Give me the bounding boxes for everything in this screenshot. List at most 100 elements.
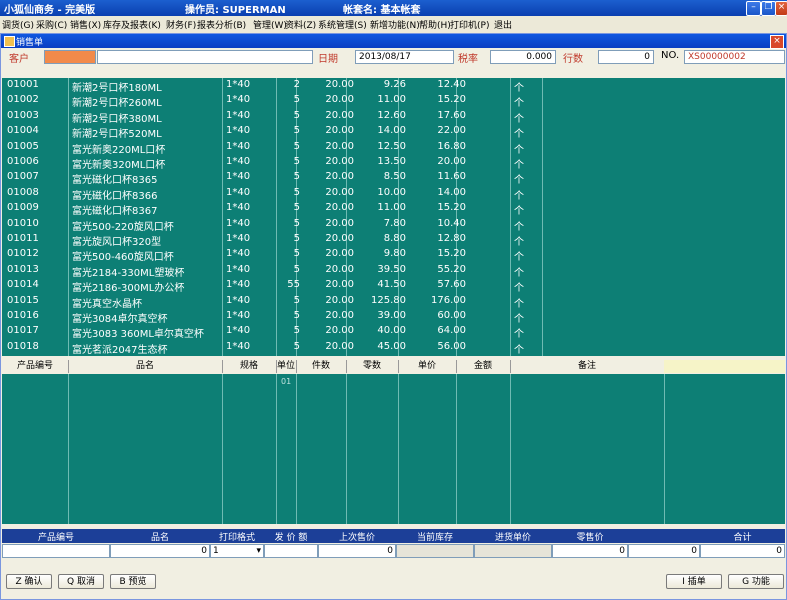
dropdown-arrow-icon[interactable]: ▾	[256, 545, 261, 557]
col-header[interactable]: 单价	[398, 360, 457, 373]
entry-grid[interactable]: 01	[2, 374, 785, 524]
product-price-cell: 14.00	[437, 186, 466, 198]
summary-header-cell: 零售价	[576, 533, 604, 543]
last-price-field[interactable]: 0	[318, 544, 396, 558]
product-name-cell: 富光新奥320ML口杯	[72, 160, 166, 171]
product-name-cell: 富光2184-330ML塑玻杯	[72, 267, 185, 279]
product-row[interactable]: 01007 富光磁化口杯8365 1*40 5 20.00 8.50 11.60 个	[2, 170, 542, 186]
product-name-cell: 富光2186-300ML办公杯	[72, 283, 185, 295]
close-icon[interactable]: ×	[770, 35, 784, 49]
product-spec-cell: 1*40	[226, 140, 251, 152]
product-row[interactable]: 01003 新潮2号口杯380ML 1*40 5 20.00 12.60 17.60 个	[2, 109, 542, 125]
tax-field[interactable]: 0.000	[490, 50, 556, 64]
menu-item[interactable]: 库存及报表(K)	[103, 18, 161, 31]
confirm-button[interactable]: Z 确认	[6, 574, 52, 589]
product-row[interactable]: 01006 富光新奥320ML口杯 1*40 5 20.00 13.50 20.00 个	[2, 155, 542, 171]
product-price-cell: 12.80	[437, 233, 466, 244]
product-qty-cell: 5	[293, 294, 300, 306]
minimize-icon[interactable]: –	[746, 1, 761, 16]
product-cost-cell: 41.50	[377, 279, 406, 291]
product-row[interactable]: 01015 富光真空水晶杯 1*40 5 20.00 125.80 176.00 个	[2, 294, 542, 310]
customer-name-field[interactable]	[97, 50, 313, 64]
menu-item[interactable]: 打印机(P)	[450, 18, 489, 31]
product-row[interactable]: 01010 富光500-220旋风口杯 1*40 5 20.00 7.80 10.40 个	[2, 217, 542, 233]
menu-item[interactable]: 销售(X)	[70, 18, 101, 31]
summary-code-field[interactable]	[2, 544, 110, 558]
product-row[interactable]: 01013 富光2184-330ML塑玻杯 1*40 5 20.00 39.50 55.20…	[2, 263, 542, 279]
menu-item[interactable]: 退出	[494, 18, 512, 31]
customer-code-field[interactable]	[44, 50, 96, 64]
product-spec-cell: 1*40	[226, 294, 251, 306]
col-header[interactable]: 件数	[296, 360, 347, 373]
col-header[interactable]: 金额	[456, 360, 511, 373]
menu-item[interactable]: 采购(C)	[36, 18, 67, 31]
product-pack-cell: 20.00	[325, 310, 354, 321]
product-row[interactable]: 01001 新潮2号口杯180ML 1*40 2 20.00 9.26 12.40 个	[2, 78, 542, 94]
product-row[interactable]: 01017 富光3083 360ML卓尔真空杯 1*40 5 20.00 40.00 64.…	[2, 324, 542, 341]
print-format-select[interactable]: 1 ▾	[210, 544, 264, 558]
col-header[interactable]: 产品编号	[2, 360, 69, 373]
product-cost-cell: 12.50	[377, 140, 406, 152]
product-unit-cell: 个	[514, 283, 524, 295]
product-row[interactable]: 01009 富光磁化口杯8367 1*40 5 20.00 11.00 15.20 个	[2, 201, 542, 217]
menu-item[interactable]: 财务(F)	[166, 18, 196, 31]
product-list-grid[interactable]: 01001 新潮2号口杯180ML 1*40 2 20.00 9.26 12.40 个 0100…	[2, 78, 785, 356]
product-row[interactable]: 01004 新潮2号口杯520ML 1*40 5 20.00 14.00 22.00 个	[2, 124, 542, 141]
product-row[interactable]: 01012 富光500-460旋风口杯 1*40 5 20.00 9.80 15.20 个	[2, 247, 542, 263]
product-unit-cell: 个	[514, 160, 524, 171]
col-header-blank	[664, 360, 785, 373]
product-code-cell: 01003	[7, 109, 39, 121]
product-pack-cell: 20.00	[325, 294, 354, 306]
product-spec-cell: 1*40	[226, 279, 251, 291]
retail-price-field[interactable]: 0	[552, 544, 628, 558]
order-number-field[interactable]: XS00000002	[684, 50, 785, 64]
menu-bar: 调货(G) 采购(C) 销售(X) 库存及报表(K) 财务(F) 报表分析(B)…	[0, 16, 787, 31]
product-code-cell: 01005	[7, 140, 39, 152]
product-row[interactable]: 01011 富光旋风口杯320型 1*40 5 20.00 8.80 12.80 个	[2, 232, 542, 248]
rows-field[interactable]: 0	[598, 50, 654, 64]
product-name-cell: 富光3083 360ML卓尔真空杯	[72, 329, 204, 341]
product-row[interactable]: 01018 富光茗派2047生态杯 1*40 5 20.00 45.00 56.00 个	[2, 340, 542, 356]
product-row[interactable]: 01002 新潮2号口杯260ML 1*40 5 20.00 11.00 15.20 个	[2, 93, 542, 109]
restore-icon[interactable]: ❐	[761, 1, 776, 16]
date-field[interactable]: 2013/08/17	[355, 50, 454, 64]
menu-item[interactable]: 帮助(H)	[419, 18, 451, 31]
product-qty-cell: 5	[293, 325, 300, 337]
col-header[interactable]: 零数	[346, 360, 399, 373]
col-header[interactable]: 品名	[68, 360, 223, 373]
menu-item[interactable]: 管理(W)	[253, 18, 287, 31]
total-field[interactable]: 0	[700, 544, 785, 558]
product-name-cell: 新潮2号口杯520ML	[72, 129, 162, 141]
insert-button[interactable]: I 插单	[666, 574, 722, 589]
product-row[interactable]: 01014 富光2186-300ML办公杯 1*40 55 20.00 41.50 57.6…	[2, 278, 542, 295]
price-field[interactable]	[264, 544, 318, 558]
product-row[interactable]: 01005 富光新奥220ML口杯 1*40 5 20.00 12.50 16.80 个	[2, 140, 542, 156]
product-name-cell: 富光真空水晶杯	[72, 298, 142, 310]
cancel-button[interactable]: Q 取消	[58, 574, 104, 589]
extra-field[interactable]: 0	[628, 544, 700, 558]
preview-button[interactable]: B 预览	[110, 574, 156, 589]
product-row[interactable]: 01016 富光3084卓尔真空杯 1*40 5 20.00 39.00 60.00 个	[2, 309, 542, 325]
menu-item[interactable]: 报表分析(B)	[197, 18, 246, 31]
col-header[interactable]: 备注	[510, 360, 665, 373]
product-spec-cell: 1*40	[226, 340, 251, 352]
product-code-cell: 01018	[7, 340, 39, 352]
col-header[interactable]: 单位	[276, 360, 297, 373]
product-price-cell: 56.00	[437, 340, 466, 352]
product-spec-cell: 1*40	[226, 233, 251, 244]
col-header[interactable]: 规格	[222, 360, 277, 373]
product-cost-cell: 12.60	[377, 109, 406, 121]
menu-item[interactable]: 资料(Z)	[285, 18, 316, 31]
product-pack-cell: 20.00	[325, 202, 354, 214]
menu-item[interactable]: 系统管理(S)	[318, 18, 367, 31]
menu-item[interactable]: 新增功能(N)	[370, 18, 420, 31]
entry-unit-cell[interactable]: 01	[281, 377, 291, 386]
close-icon[interactable]: ×	[775, 1, 787, 16]
product-code-cell: 01011	[7, 233, 39, 244]
menu-item[interactable]: 调货(G)	[2, 18, 34, 31]
product-row[interactable]: 01008 富光磁化口杯8366 1*40 5 20.00 10.00 14.00 个	[2, 186, 542, 202]
function-button[interactable]: G 功能	[728, 574, 784, 589]
product-pack-cell: 20.00	[325, 325, 354, 337]
summary-name-field[interactable]: 0	[110, 544, 210, 558]
product-code-cell: 01007	[7, 171, 39, 183]
